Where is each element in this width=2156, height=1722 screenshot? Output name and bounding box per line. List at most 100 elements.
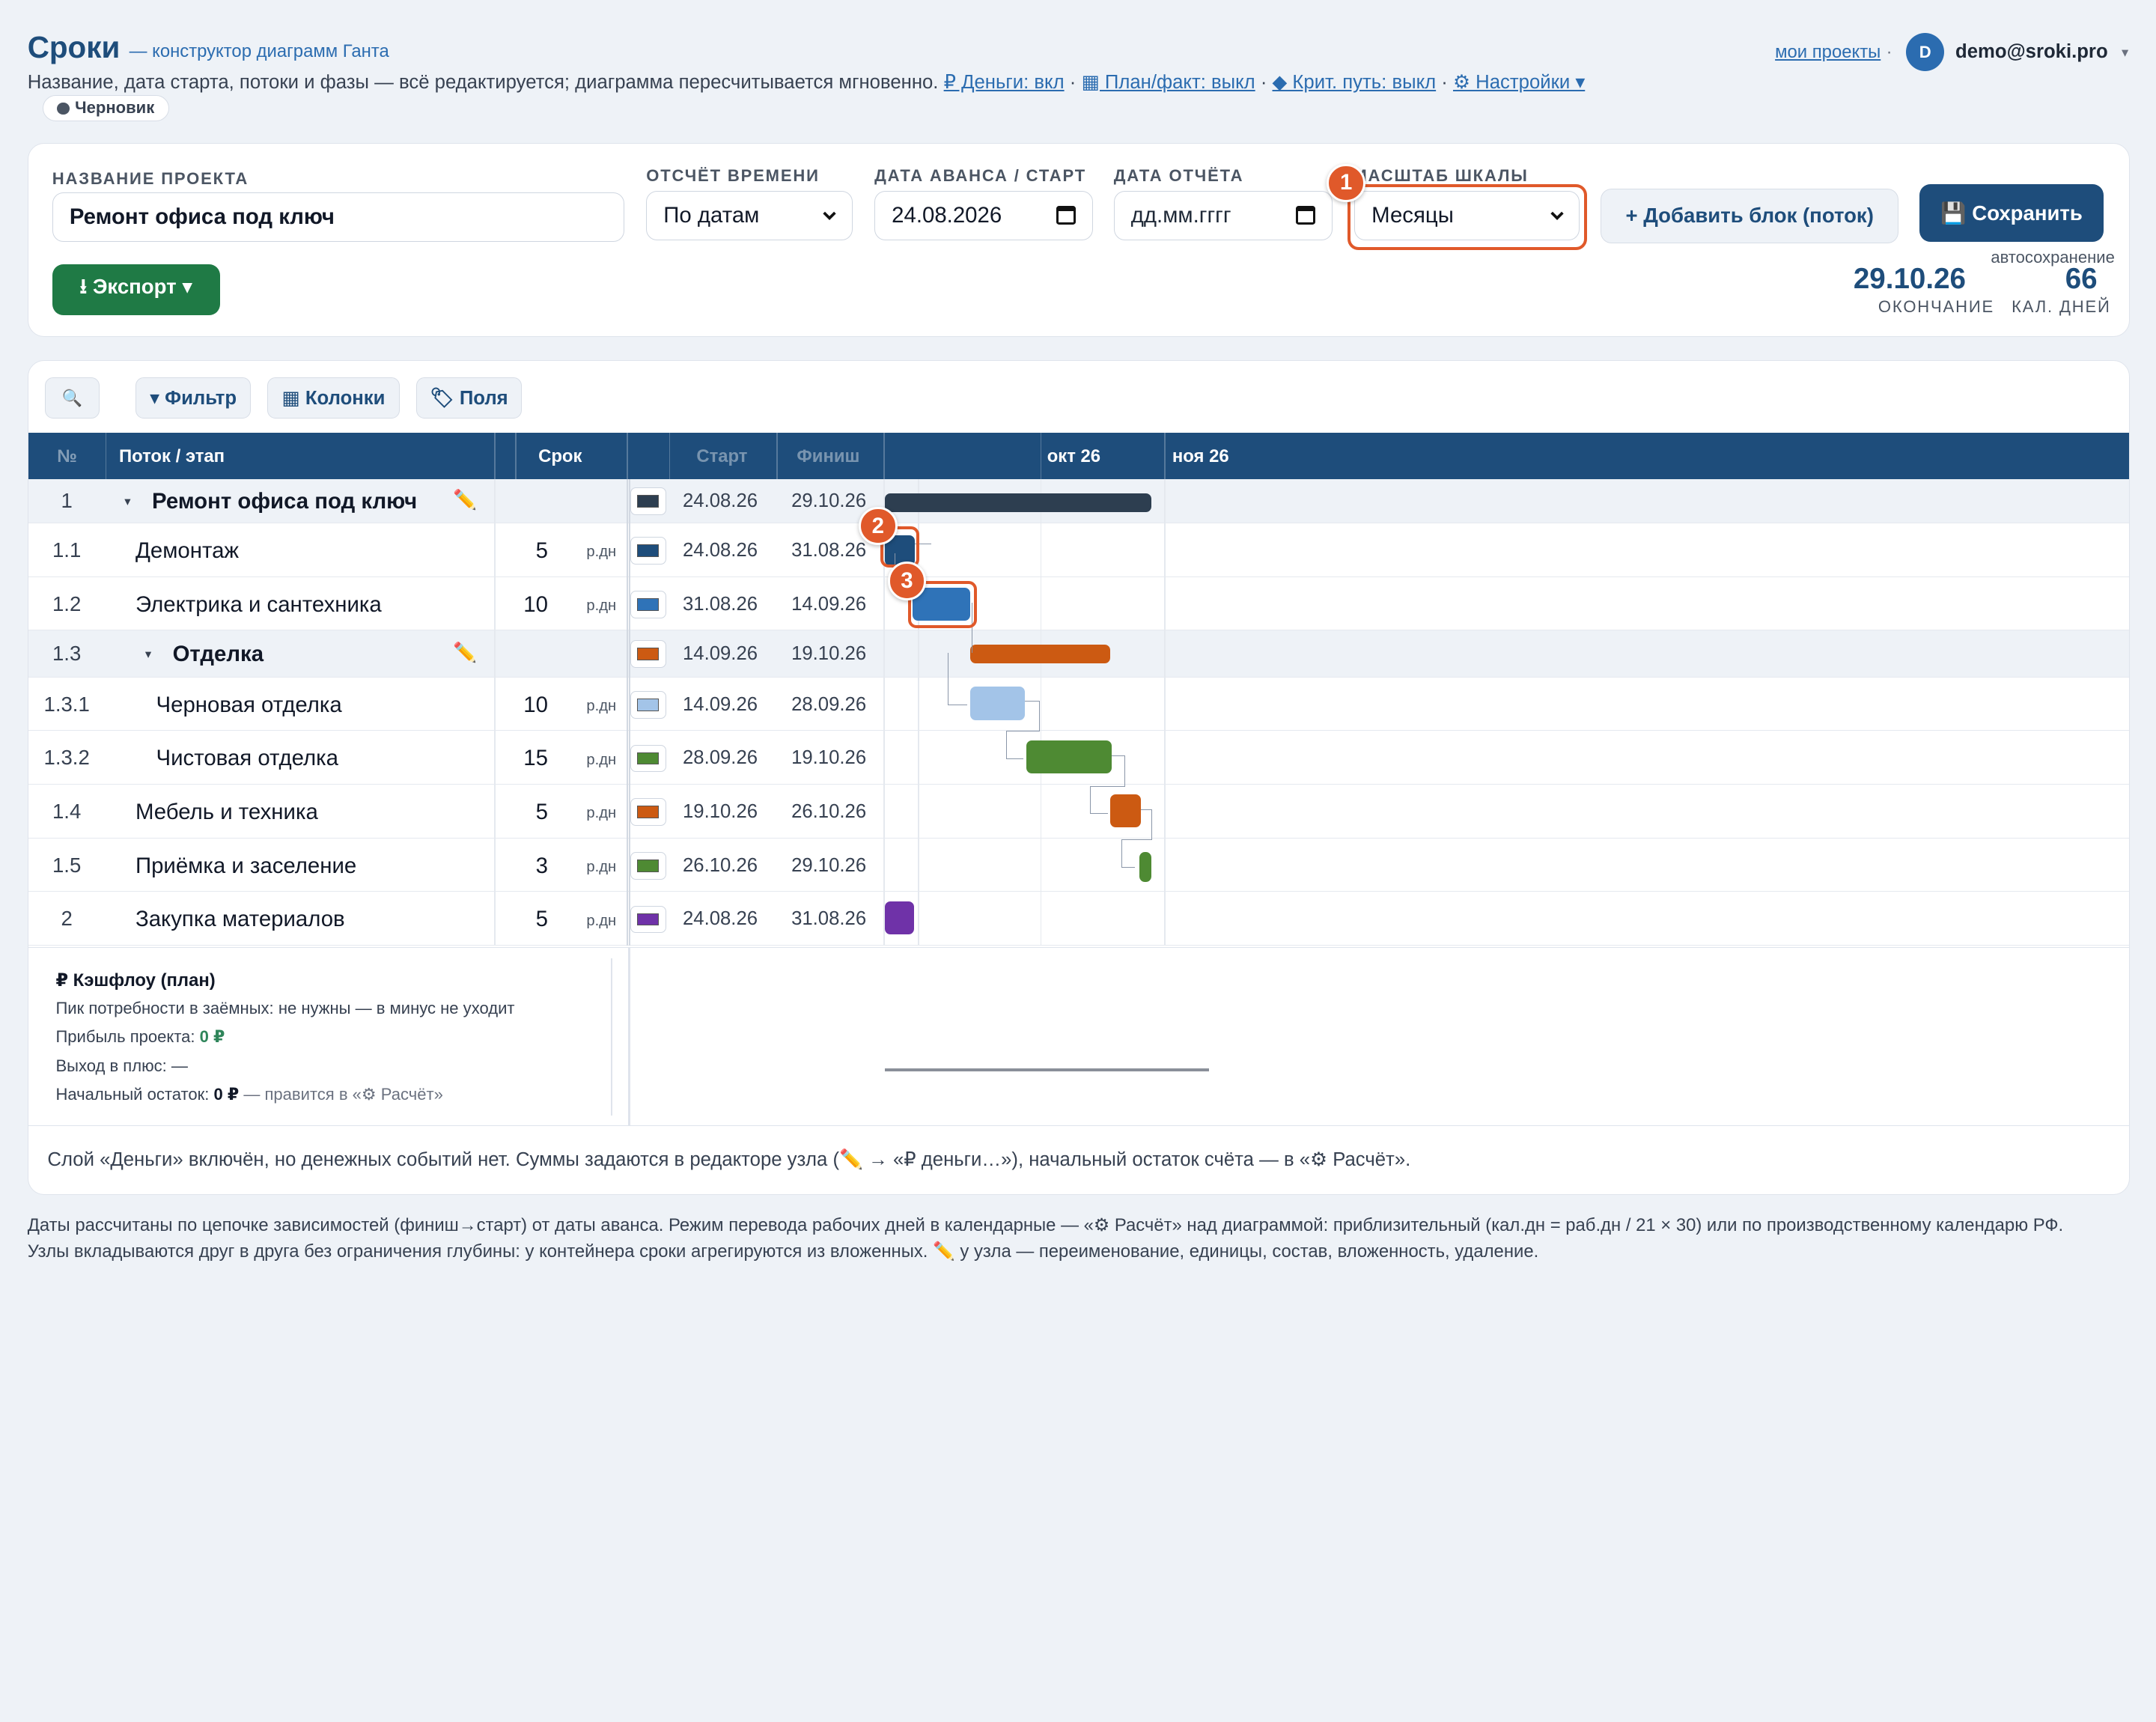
gantt-bar[interactable] (1110, 794, 1141, 827)
pencil-icon[interactable]: ✏️ (453, 489, 477, 511)
row-start-date: 14.09.26 (682, 642, 758, 664)
toggle-money[interactable]: ₽ Деньги: вкл (944, 72, 1065, 93)
row-duration[interactable]: 5 (496, 800, 548, 825)
gantt-bar[interactable] (969, 687, 1026, 720)
start-date-input[interactable]: 24.08.2026 (874, 191, 1094, 241)
avatar[interactable]: D (1905, 33, 1945, 72)
table-row[interactable]: 1.2 Электрика и сантехника 10 р.дн 31.08.26 1… (28, 576, 2130, 631)
row-number: 1.3.1 (43, 692, 90, 716)
color-swatch[interactable] (630, 691, 666, 719)
export-button[interactable]: ⭳ Экспорт ▾ (52, 264, 220, 315)
gantt-bar[interactable] (884, 493, 1152, 513)
toggle-critical-path[interactable]: ◆ Крит. путь: выкл (1273, 72, 1437, 93)
gantt-bar[interactable] (969, 644, 1111, 664)
separator: · (1886, 41, 1892, 62)
column-divider (918, 784, 919, 839)
header-divider (883, 432, 885, 480)
row-name[interactable]: Черновая отделка (156, 693, 342, 718)
row-number: 1.3 (52, 641, 82, 665)
color-swatch[interactable] (630, 590, 666, 618)
color-swatch[interactable] (630, 537, 666, 565)
app-description: Название, дата старта, потоки и фазы — в… (27, 72, 939, 94)
collapse-caret-icon[interactable]: ▾ (145, 647, 151, 662)
row-name[interactable]: Отделка (173, 642, 264, 667)
table-row[interactable]: 1.4 Мебель и техника 5 р.дн 19.10.26 26.10.26 (28, 784, 2130, 839)
color-swatch-fill (636, 806, 659, 818)
table-row[interactable]: 2 Закупка материалов 5 р.дн 24.08.26 31.08.26 (28, 892, 2130, 946)
column-divider (1163, 630, 1166, 678)
user-area: мои проекты · D demo@sroki.pro ▾ (1775, 33, 2128, 72)
color-swatch[interactable] (630, 905, 666, 934)
end-date-label: ОКОНЧАНИЕ (1878, 296, 1995, 316)
start-date-value: 24.08.2026 (892, 203, 1002, 228)
project-name-input[interactable]: Ремонт офиса под ключ (52, 192, 624, 243)
row-duration-unit: р.дн (586, 859, 617, 876)
table-row[interactable]: 1.5 Приёмка и заселение 3 р.дн 26.10.26 29.10… (28, 838, 2130, 892)
table-row[interactable]: 1.3.2 Чистовая отделка 15 р.дн 28.09.26 19.10… (28, 731, 2130, 785)
add-block-button[interactable]: + Добавить блок (поток) (1600, 188, 1899, 244)
table-row[interactable]: 1.3.1 Черновая отделка 10 р.дн 14.09.26 28.09… (28, 677, 2130, 731)
user-email[interactable]: demo@sroki.pro (1955, 41, 2108, 63)
my-projects-link[interactable]: мои проекты (1775, 42, 1881, 63)
columns-button[interactable]: ▦ Колонки (267, 377, 400, 419)
filter-button[interactable]: ▾ Фильтр (135, 377, 252, 419)
row-name[interactable]: Чистовая отделка (156, 746, 338, 771)
row-duration[interactable]: 10 (496, 693, 548, 718)
color-swatch[interactable] (630, 744, 666, 773)
gantt-bar[interactable] (884, 901, 914, 935)
row-name[interactable]: Закупка материалов (135, 907, 345, 932)
time-mode-select[interactable]: По датам (646, 191, 853, 241)
gantt-bar[interactable] (1139, 851, 1152, 883)
row-duration[interactable]: 5 (496, 907, 548, 932)
pencil-icon[interactable]: ✏️ (453, 642, 477, 664)
fields-button[interactable]: 🏷 Поля (415, 377, 523, 419)
table-row[interactable]: 1.3 ▾ Отделка ✏️ 14.09.26 19.10.26 (28, 630, 2130, 678)
column-divider (1163, 892, 1166, 946)
cashflow-breakeven-value: — (171, 1056, 188, 1075)
row-name[interactable]: Ремонт офиса под ключ (152, 489, 417, 514)
table-row[interactable]: 1 ▾ Ремонт офиса под ключ ✏️ 24.08.26 29.10.2… (28, 479, 2130, 523)
column-divider (626, 523, 628, 577)
column-divider (918, 677, 919, 731)
column-divider (629, 838, 631, 892)
color-swatch-fill (636, 544, 659, 557)
row-duration[interactable]: 3 (496, 854, 548, 879)
column-divider (1040, 892, 1042, 946)
row-duration[interactable]: 5 (496, 538, 548, 564)
table-row[interactable]: 1.1 Демонтаж 5 р.дн 24.08.26 31.08.26 (28, 523, 2130, 577)
color-swatch[interactable] (630, 640, 666, 668)
step-marker-1: 1 (1327, 163, 1365, 202)
color-swatch[interactable] (630, 851, 666, 880)
column-divider (494, 784, 496, 839)
column-divider (1163, 838, 1166, 892)
color-swatch-fill (636, 752, 659, 765)
color-swatch-fill (636, 860, 659, 872)
step-marker-3: 3 (887, 562, 927, 600)
row-duration[interactable]: 10 (496, 592, 548, 618)
app-subtitle: — конструктор диаграмм Ганта (129, 41, 389, 62)
toggle-plan-fact[interactable]: ▦ План/факт: выкл (1081, 72, 1255, 93)
header-divider (494, 432, 496, 480)
row-name[interactable]: Мебель и техника (135, 800, 318, 825)
column-divider (626, 784, 628, 839)
row-name[interactable]: Приёмка и заселение (135, 854, 356, 879)
collapse-caret-icon[interactable]: ▾ (124, 494, 130, 509)
save-button[interactable]: 💾 Сохранить (1919, 184, 2104, 243)
column-divider (1163, 784, 1166, 839)
color-swatch[interactable] (630, 798, 666, 826)
row-name[interactable]: Демонтаж (135, 538, 239, 564)
settings-menu[interactable]: ⚙ Настройки ▾ (1453, 72, 1585, 93)
search-button[interactable]: 🔍 (44, 377, 100, 419)
calendar-icon[interactable] (1056, 205, 1077, 225)
row-duration[interactable]: 15 (496, 746, 548, 771)
row-name[interactable]: Электрика и сантехника (135, 592, 382, 618)
cashflow-title: ₽ Кэшфлоу (план) (55, 970, 216, 991)
user-menu-caret-icon[interactable]: ▾ (2122, 44, 2128, 61)
row-finish-date: 19.10.26 (791, 747, 867, 769)
gantt-bar[interactable] (1026, 740, 1112, 774)
calendar-icon[interactable] (1296, 205, 1315, 225)
column-divider (1040, 523, 1042, 577)
color-swatch[interactable] (630, 487, 666, 515)
start-date-label: ДАТА АВАНСА / СТАРТ (874, 166, 1087, 186)
report-date-input[interactable]: дд.мм.гггг (1113, 191, 1333, 241)
